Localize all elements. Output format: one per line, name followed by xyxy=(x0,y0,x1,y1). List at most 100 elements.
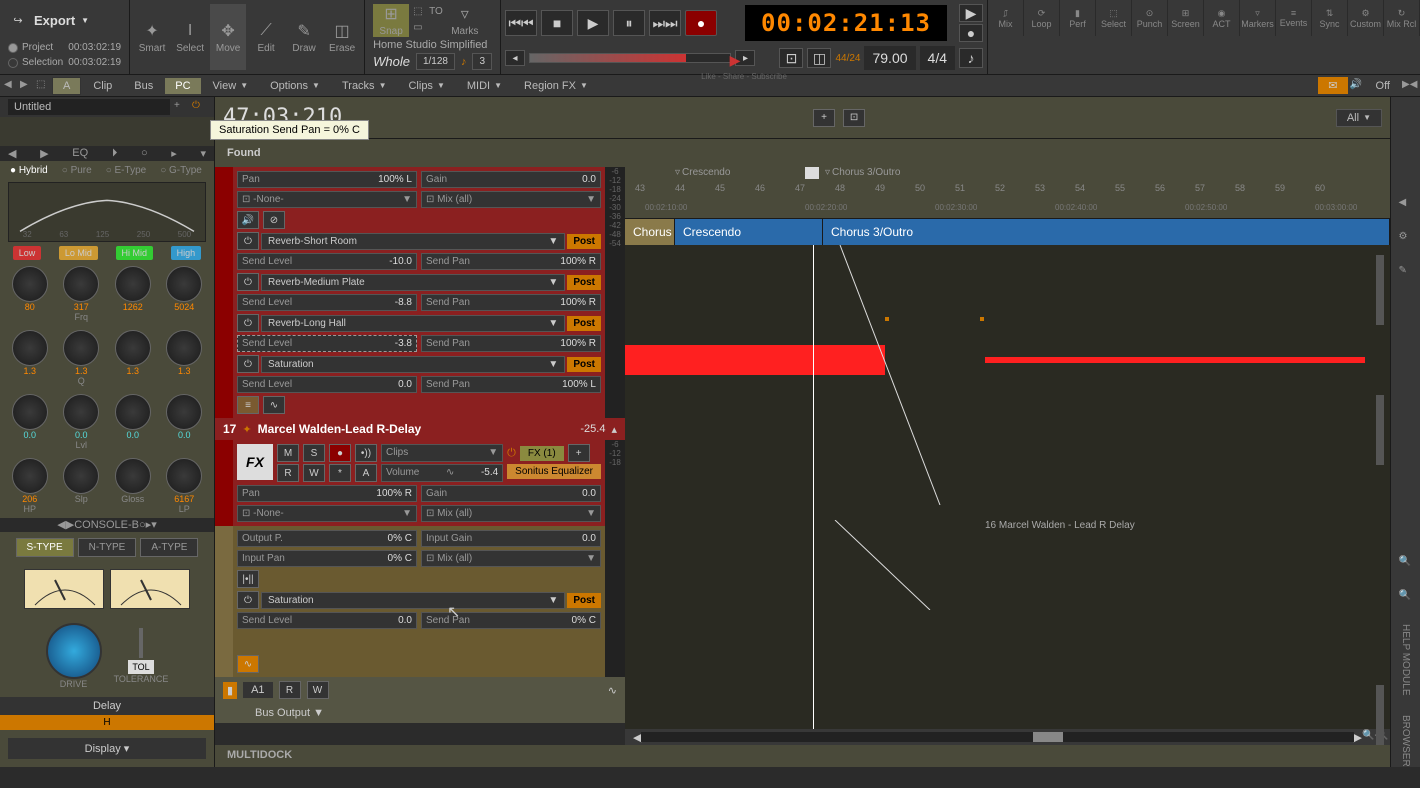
mail-icon[interactable]: ✉ xyxy=(1318,77,1347,94)
a1-label[interactable]: A1 xyxy=(243,682,272,698)
tracks-menu[interactable]: Tracks▼ xyxy=(332,78,397,94)
midi-menu[interactable]: MIDI▼ xyxy=(457,78,512,94)
arr-chorus[interactable]: Chorus xyxy=(625,219,675,245)
marks-button[interactable]: ▿Marks xyxy=(447,4,483,37)
eq-tab-etype[interactable]: ○ E-Type xyxy=(100,163,153,178)
loop-marker[interactable] xyxy=(805,167,819,179)
envelope-icon[interactable]: ≡ xyxy=(237,396,259,414)
bus-tab[interactable]: Bus xyxy=(124,78,163,94)
punch-tool[interactable]: ⊙Punch xyxy=(1132,0,1168,36)
mute-button[interactable]: M xyxy=(277,444,299,462)
eq-band-low[interactable]: Low xyxy=(13,246,42,260)
pc-tab[interactable]: PC xyxy=(165,78,200,94)
marker-crescendo[interactable]: Crescendo xyxy=(682,167,730,178)
eq-q-knob-1[interactable] xyxy=(12,330,48,366)
h-scrollbar[interactable] xyxy=(1033,732,1063,742)
arr-chorus3[interactable]: Chorus 3/Outro xyxy=(823,219,1390,245)
ntype-button[interactable]: N-TYPE xyxy=(78,538,137,557)
drive-knob[interactable] xyxy=(46,623,102,679)
send-power-1[interactable]: ⏻ xyxy=(237,232,259,250)
eq-freq-knob-3[interactable] xyxy=(115,266,151,302)
send-power-4[interactable]: ⏻ xyxy=(237,355,259,373)
tolerance-slider[interactable] xyxy=(139,628,143,658)
browser-label[interactable]: BROWSER xyxy=(1400,715,1411,767)
send-4-level[interactable]: Send Level0.0 xyxy=(237,376,417,393)
add-track-button[interactable]: + xyxy=(813,109,835,127)
help-module-label[interactable]: HELP MODULE xyxy=(1400,624,1411,696)
power-icon[interactable]: ⏻ xyxy=(192,100,206,114)
speaker-icon-3[interactable]: |•|| xyxy=(237,570,259,588)
eq-q-knob-3[interactable] xyxy=(115,330,151,366)
send-power-5[interactable]: ⏻ xyxy=(237,591,259,609)
send-power-2[interactable]: ⏻ xyxy=(237,273,259,291)
clips-menu[interactable]: Clips▼ xyxy=(398,78,454,94)
marker-chorus3[interactable]: Chorus 3/Outro xyxy=(832,167,900,178)
fx-count[interactable]: FX (1) xyxy=(520,446,564,461)
eq-tab-hybrid[interactable]: ● Hybrid xyxy=(4,163,54,178)
fastforward-button[interactable]: ⏭⏭ xyxy=(649,10,681,36)
send-3-level[interactable]: Send Level-3.8 xyxy=(237,335,417,352)
nav-fwd-icon[interactable]: ▶ xyxy=(20,79,34,93)
view-button[interactable]: ◫ xyxy=(807,48,831,68)
auto-curve-icon[interactable]: ∿ xyxy=(608,684,617,697)
playhead[interactable] xyxy=(813,245,814,729)
input-select-2[interactable]: ⊡ -None-▼ xyxy=(237,505,417,522)
events-tool[interactable]: ≡Events xyxy=(1276,0,1312,36)
tol-button[interactable]: TOL xyxy=(128,660,153,674)
output-p[interactable]: Output P.0% C xyxy=(237,530,417,547)
send-4-post[interactable]: Post xyxy=(567,357,601,372)
pan-control[interactable]: Pan100% L xyxy=(237,171,417,188)
export-button[interactable]: Export ▼ xyxy=(34,13,89,28)
zoom-icon-r2[interactable]: 🔍 xyxy=(1399,590,1413,604)
act-tool[interactable]: ◉ACT xyxy=(1204,0,1240,36)
send-4-name[interactable]: Saturation▼ xyxy=(261,356,565,373)
clip-tab[interactable]: Clip xyxy=(83,78,122,94)
send-2-level[interactable]: Send Level-8.8 xyxy=(237,294,417,311)
scrollbar-3[interactable] xyxy=(1376,685,1384,745)
send-power-3[interactable]: ⏻ xyxy=(237,314,259,332)
output-select[interactable]: ⊡ Mix (all)▼ xyxy=(421,191,601,208)
sync-tool[interactable]: ⇅Sync xyxy=(1312,0,1348,36)
eq-q-knob-2[interactable] xyxy=(63,330,99,366)
send-1-name[interactable]: Reverb-Short Room▼ xyxy=(261,233,565,250)
input-pan[interactable]: Input Pan0% C xyxy=(237,550,417,567)
wave-icon[interactable]: ∿ xyxy=(263,396,285,414)
read-button[interactable]: R xyxy=(277,464,299,482)
automation-lane[interactable]: ▮ A1 R W ∿ xyxy=(215,677,625,703)
tree-icon[interactable]: ⬚ xyxy=(36,79,50,93)
zoom-icon-r1[interactable]: 🔍 xyxy=(1399,556,1413,570)
input-select[interactable]: ⊡ -None-▼ xyxy=(237,191,417,208)
grid-resolution[interactable]: 1/128 xyxy=(416,53,455,70)
smart-tool[interactable]: ✦Smart xyxy=(134,4,170,70)
loop-tool[interactable]: ⟳Loop xyxy=(1024,0,1060,36)
eq-band-lomid[interactable]: Lo Mid xyxy=(59,246,98,260)
stype-button[interactable]: S-TYPE xyxy=(16,538,74,557)
plugin-icon[interactable]: ⚙ xyxy=(1399,231,1413,245)
pause-button[interactable]: ⏸ xyxy=(613,10,645,36)
add-fx-button[interactable]: + xyxy=(568,444,590,462)
auto-read-button[interactable]: R xyxy=(279,681,301,699)
record-marker-button[interactable]: ● xyxy=(959,24,983,42)
send-4-pan[interactable]: Send Pan100% L xyxy=(421,376,601,393)
bus-output-select[interactable]: Bus Output ▼ xyxy=(255,707,324,719)
speaker-icon[interactable]: 🔊 xyxy=(237,211,259,229)
select-tool-r[interactable]: ⬚Select xyxy=(1096,0,1132,36)
automation-envelope-2[interactable] xyxy=(820,520,980,610)
screenset-button[interactable]: ⊡ xyxy=(779,48,803,68)
send-1-level[interactable]: Send Level-10.0 xyxy=(237,253,417,270)
song-progress[interactable]: ▶ xyxy=(529,53,731,63)
add-icon[interactable]: + xyxy=(174,100,188,114)
eq-q-knob-4[interactable] xyxy=(166,330,202,366)
send-2-name[interactable]: Reverb-Medium Plate▼ xyxy=(261,274,565,291)
eq-slp-knob-1[interactable] xyxy=(12,458,48,494)
wave-icon-2[interactable]: ∿ xyxy=(237,655,259,673)
pencil-icon[interactable]: ✎ xyxy=(1399,265,1413,279)
eq-slp-knob-4[interactable] xyxy=(166,458,202,494)
grid-count[interactable]: 3 xyxy=(472,53,492,70)
eq-curve-display[interactable]: 3263125250500 xyxy=(8,182,206,242)
custom-tool[interactable]: ⚙Custom xyxy=(1348,0,1384,36)
gain-control[interactable]: Gain0.0 xyxy=(421,171,601,188)
collapse-icon[interactable]: ▶◀ xyxy=(1402,79,1416,93)
move-tool[interactable]: ✥Move xyxy=(210,4,246,70)
atype-button[interactable]: A-TYPE xyxy=(140,538,198,557)
